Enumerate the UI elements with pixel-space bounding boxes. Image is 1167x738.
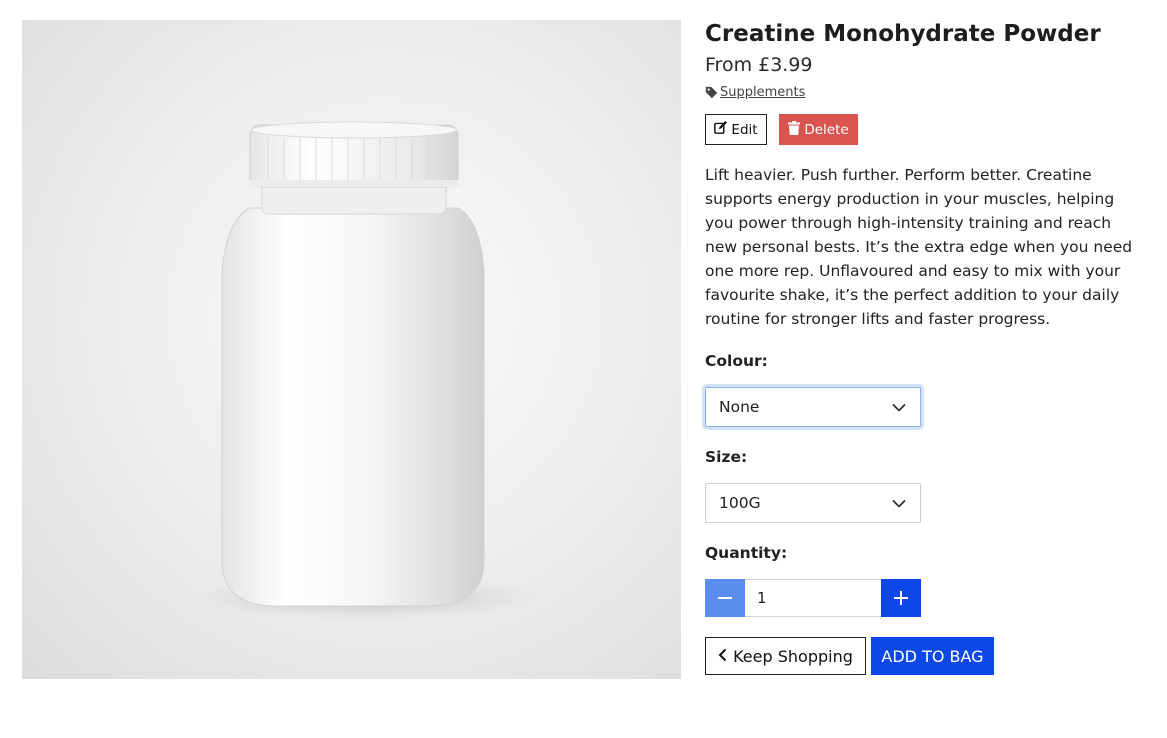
- minus-icon: [718, 585, 732, 611]
- product-description: Lift heavier. Push further. Perform bett…: [705, 166, 1133, 328]
- cart-actions: Keep Shopping ADD TO BAG: [705, 637, 1145, 675]
- decrease-quantity-button[interactable]: [705, 579, 745, 617]
- quantity-input[interactable]: 1: [745, 579, 881, 617]
- category-link[interactable]: Supplements: [720, 85, 805, 100]
- edit-button[interactable]: Edit: [705, 114, 767, 145]
- keep-shopping-label: Keep Shopping: [733, 646, 853, 666]
- chevron-down-icon: [892, 494, 906, 512]
- size-select-value: 100G: [719, 494, 761, 512]
- supplement-bottle-illustration: [192, 121, 542, 620]
- admin-actions: Edit Delete: [705, 114, 1145, 145]
- delete-label: Delete: [804, 121, 849, 138]
- colour-select[interactable]: None: [705, 387, 921, 427]
- product-price: From £3.99: [705, 54, 813, 76]
- product-image: [22, 20, 681, 679]
- delete-button[interactable]: Delete: [779, 114, 858, 145]
- quantity-stepper: 1: [705, 579, 921, 617]
- chevron-left-icon: [718, 647, 727, 666]
- trash-icon: [788, 120, 801, 139]
- quantity-label: Quantity:: [705, 544, 788, 562]
- size-label: Size:: [705, 448, 748, 466]
- plus-icon: [894, 585, 908, 611]
- colour-select-value: None: [719, 398, 760, 416]
- product-title: Creatine Monohydrate Powder: [705, 21, 1101, 47]
- add-to-bag-button[interactable]: ADD TO BAG: [871, 637, 994, 675]
- product-category: Supplements: [705, 85, 1145, 100]
- chevron-down-icon: [892, 398, 906, 416]
- edit-label: Edit: [731, 121, 758, 138]
- increase-quantity-button[interactable]: [881, 579, 921, 617]
- keep-shopping-button[interactable]: Keep Shopping: [705, 637, 866, 675]
- colour-label: Colour:: [705, 352, 768, 370]
- tag-icon: [705, 86, 718, 99]
- product-details: Creatine Monohydrate Powder From £3.99 S…: [705, 18, 1145, 675]
- edit-icon: [714, 121, 728, 138]
- size-select[interactable]: 100G: [705, 483, 921, 523]
